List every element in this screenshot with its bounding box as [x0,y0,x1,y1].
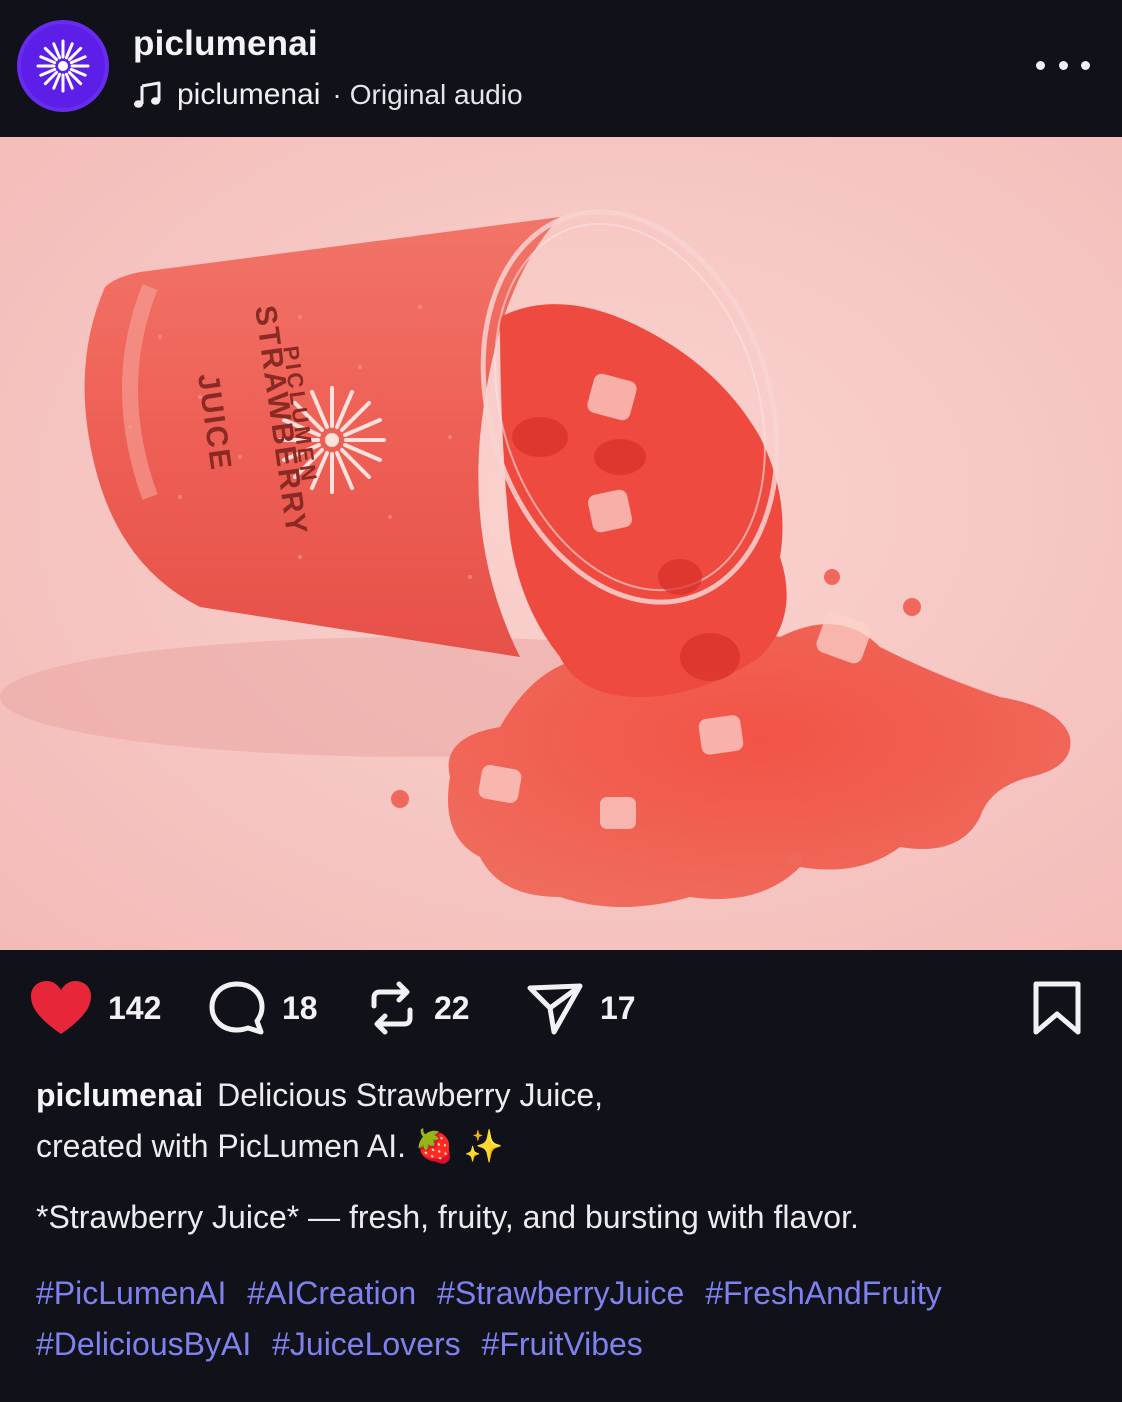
bookmark-icon[interactable] [1030,980,1084,1036]
more-options-icon[interactable] [1036,50,1090,80]
header-username[interactable]: piclumenai [133,24,318,64]
hashtag[interactable]: #FreshAndFruity [705,1275,942,1311]
audio-username[interactable]: piclumenai [177,78,320,112]
repost-count: 22 [434,989,470,1026]
music-note-icon [134,81,161,108]
avatar[interactable] [17,20,109,112]
caption-text-line2: created with PicLumen AI. 🍓 ✨ [36,1128,504,1164]
comment-icon [209,981,265,1035]
caption-username[interactable]: piclumenai [36,1077,203,1113]
send-icon [527,983,583,1035]
caption-quote: *Strawberry Juice* — fresh, fruity, and … [36,1199,859,1235]
heart-icon [31,981,91,1034]
audio-label[interactable]: Original audio [350,79,523,111]
action-bar: 142 18 22 17 [0,950,1122,1068]
repost-button[interactable]: 22 [366,980,470,1036]
hashtag[interactable]: #JuiceLovers [272,1326,461,1362]
hashtag[interactable]: #StrawberryJuice [437,1275,684,1311]
sunburst-logo-icon [21,24,105,108]
audio-row[interactable]: piclumenai · Original audio [133,76,523,114]
hashtag[interactable]: #PicLumenAI [36,1275,226,1311]
hashtag[interactable]: #FruitVibes [482,1326,643,1362]
post-image[interactable]: PICLUMEN STRAWBERRY JUICE [0,137,1122,950]
like-count: 142 [108,989,162,1026]
hashtag[interactable]: #DeliciousByAI [36,1326,251,1362]
repost-icon [371,981,413,1035]
share-button[interactable]: 17 [526,980,636,1036]
hashtag[interactable]: #AICreation [247,1275,416,1311]
post-header: piclumenai piclumenai · Original audio [0,0,1122,137]
caption: piclumenai Delicious Strawberry Juice, cr… [36,1070,1086,1172]
share-count: 17 [600,989,636,1026]
comment-button[interactable]: 18 [208,980,318,1036]
comment-count: 18 [282,989,318,1026]
like-button[interactable]: 142 [30,980,161,1036]
audio-separator: · [332,79,342,110]
hashtag-list: #PicLumenAI #AICreation #StrawberryJuice… [36,1268,1096,1370]
caption-text-line1: Delicious Strawberry Juice, [217,1077,604,1113]
